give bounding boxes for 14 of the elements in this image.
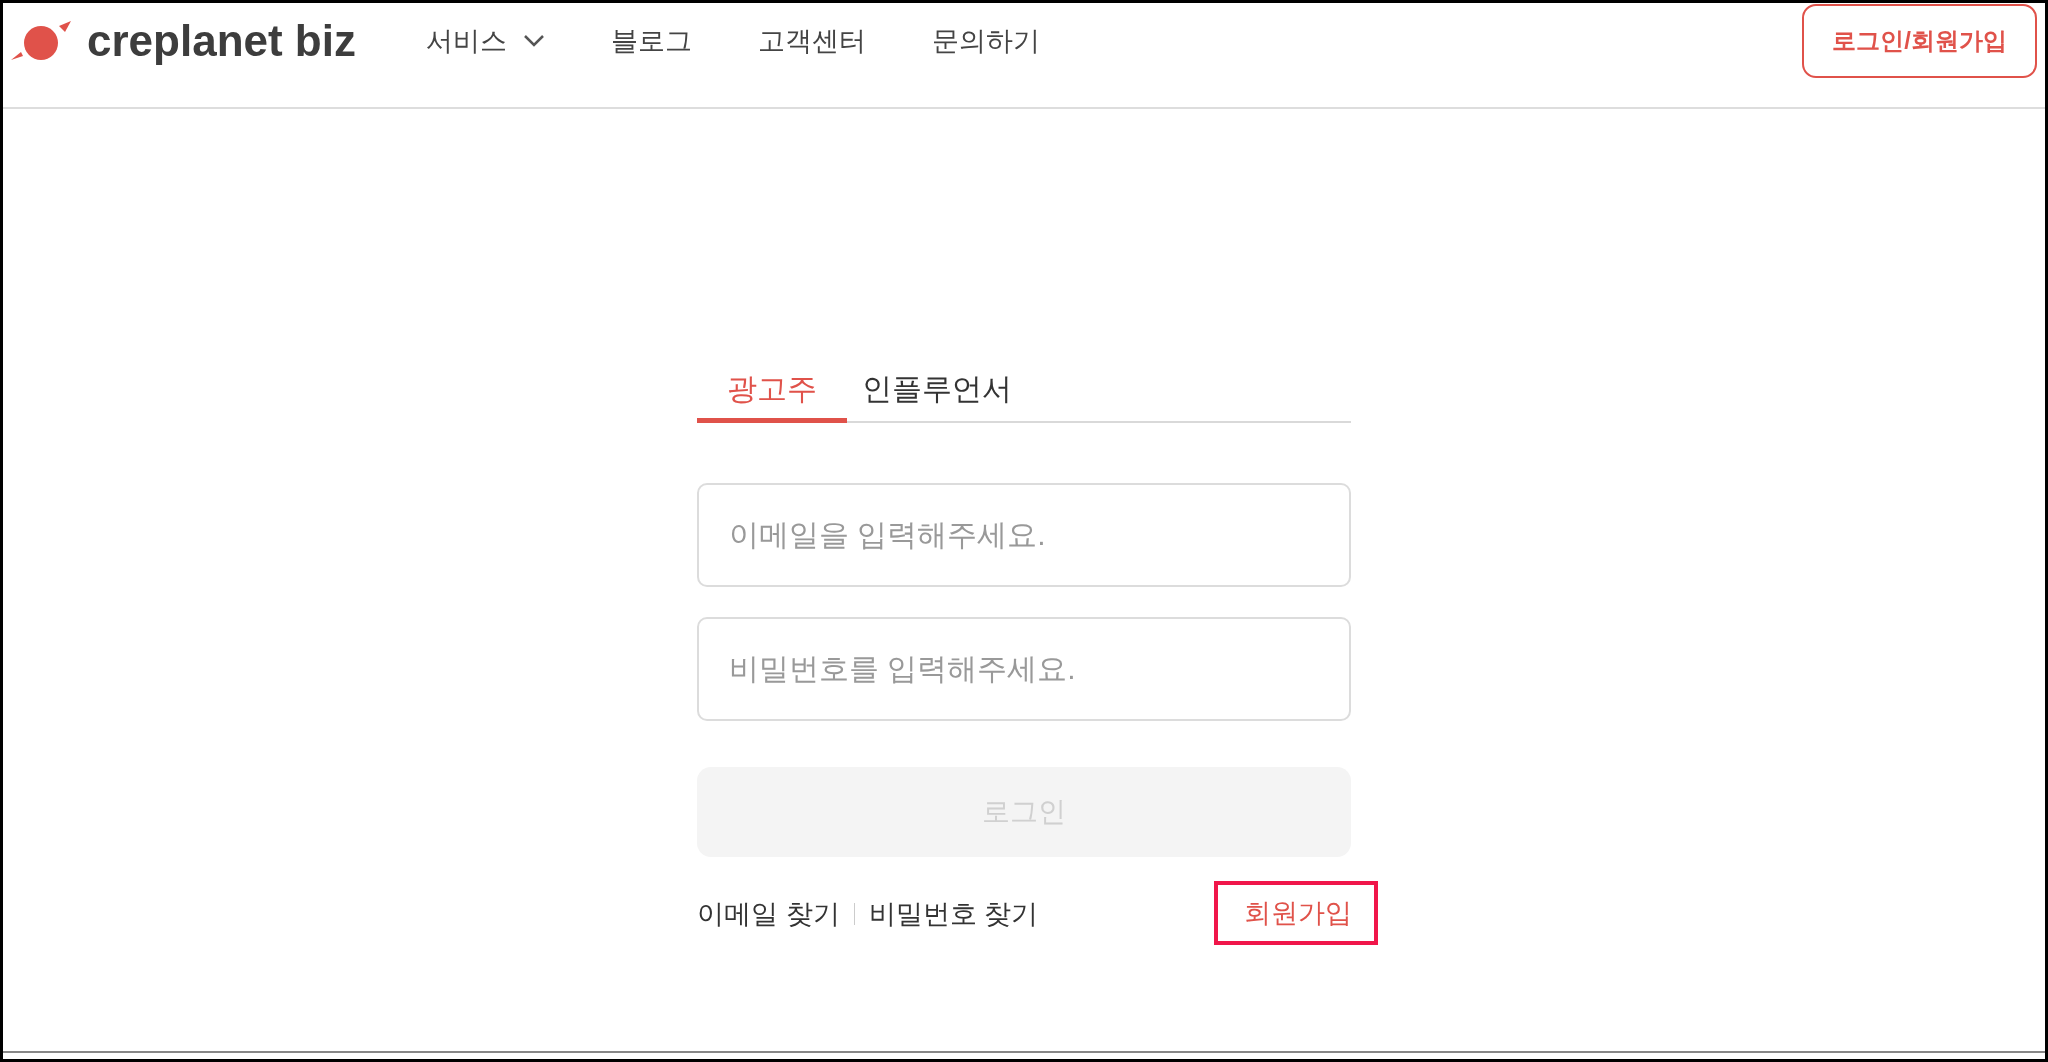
find-email-link[interactable]: 이메일 찾기 <box>697 893 840 935</box>
signup-link[interactable]: 회원가입 <box>1214 881 1378 945</box>
chevron-down-icon <box>522 34 545 48</box>
nav-link[interactable]: 서비스 <box>425 20 545 62</box>
login-signup-button[interactable]: 로그인/회원가입 <box>1802 4 2037 78</box>
tab[interactable]: 인플루언서 <box>847 359 1027 423</box>
email-input-field[interactable]: 이메일을 입력해주세요. <box>697 483 1351 587</box>
nav-link[interactable]: 블로그 <box>610 20 692 62</box>
password-input-field[interactable]: 비밀번호를 입력해주세요. <box>697 617 1351 721</box>
find-password-link[interactable]: 비밀번호 찾기 <box>868 893 1039 935</box>
nav-link[interactable]: 문의하기 <box>931 20 1040 62</box>
nav-link[interactable]: 고객센터 <box>757 20 866 62</box>
logo-text: creplanet biz <box>87 15 356 67</box>
tab[interactable]: 광고주 <box>697 359 847 423</box>
